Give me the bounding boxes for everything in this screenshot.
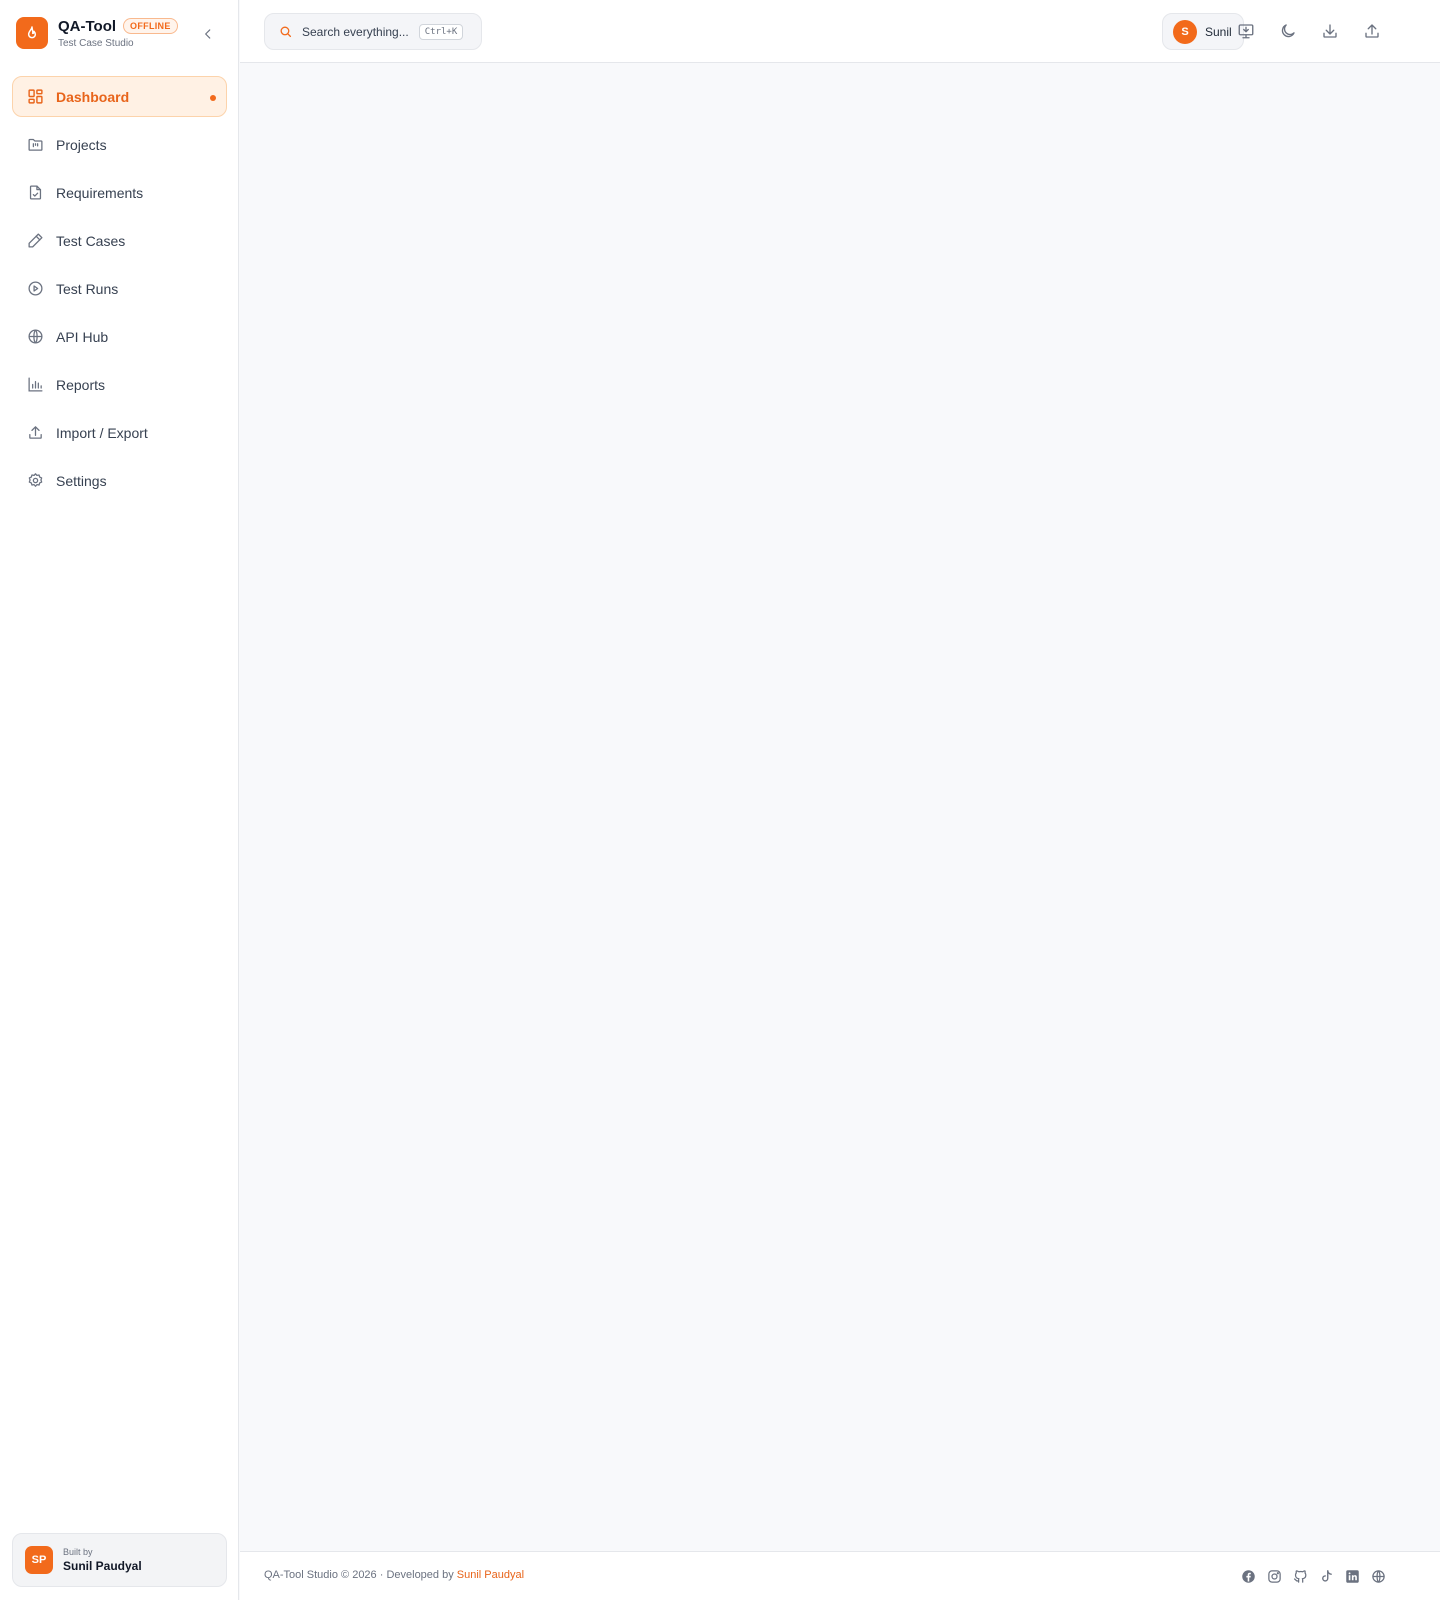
sidebar-item-test-runs[interactable]: Test Runs	[12, 268, 227, 309]
sidebar-item-dashboard[interactable]: Dashboard	[12, 76, 227, 117]
moon-icon	[1281, 24, 1295, 38]
main-content	[240, 64, 1440, 1551]
sidebar-item-settings[interactable]: Settings	[12, 460, 227, 501]
upload-icon	[1365, 24, 1379, 38]
sidebar-item-label: Requirements	[56, 184, 144, 201]
github-icon	[1293, 1569, 1306, 1583]
sidebar-item-label: Test Runs	[56, 280, 119, 297]
brand[interactable]: QA-Tool OFFLINE Test Case Studio	[16, 16, 216, 50]
sidebar-nav: Dashboard Projects Requirements Test Cas…	[12, 76, 227, 508]
footer-copyright-text: QA-Tool Studio © 2026 · Developed by	[264, 1569, 457, 1581]
instagram-link[interactable]	[1266, 1568, 1282, 1584]
user-menu-button[interactable]: S Sunil	[1162, 13, 1244, 50]
facebook-link[interactable]	[1240, 1568, 1256, 1584]
folder-kanban-icon	[26, 136, 44, 154]
footer-author-link[interactable]: Sunil Paudyal	[457, 1569, 524, 1581]
chevron-left-icon	[205, 29, 211, 39]
search-placeholder: Search everything...	[302, 24, 409, 39]
flame-logo-icon	[16, 17, 48, 49]
user-name: Sunil	[1205, 24, 1232, 39]
play-circle-icon	[26, 280, 44, 298]
layout-grid-icon	[26, 88, 44, 106]
gear-icon	[26, 472, 44, 490]
sidebar-item-label: Settings	[56, 472, 107, 489]
file-check-icon	[26, 184, 44, 202]
install-app-icon	[1238, 24, 1254, 39]
top-bar: Search everything... Ctrl+K S Sunil	[240, 0, 1440, 63]
linkedin-icon	[1345, 1569, 1359, 1583]
built-by-caption: Built by	[63, 1547, 93, 1557]
tiktok-icon	[1321, 1569, 1332, 1582]
theme-toggle-button[interactable]	[1277, 20, 1299, 42]
tiktok-link[interactable]	[1318, 1568, 1334, 1584]
offline-status-badge: OFFLINE	[123, 18, 178, 34]
sidebar: QA-Tool OFFLINE Test Case Studio Dashboa…	[0, 0, 239, 1600]
app-subtitle: Test Case Studio	[58, 37, 134, 49]
instagram-icon	[1267, 1569, 1281, 1583]
built-by-card[interactable]: SP Built by Sunil Paudyal	[12, 1533, 227, 1587]
sidebar-item-projects[interactable]: Projects	[12, 124, 227, 165]
download-icon	[1323, 24, 1337, 38]
github-link[interactable]	[1292, 1568, 1308, 1584]
sidebar-item-label: Projects	[56, 136, 107, 153]
website-link[interactable]	[1370, 1568, 1386, 1584]
facebook-icon	[1241, 1569, 1255, 1583]
linkedin-link[interactable]	[1344, 1568, 1360, 1584]
app-name: QA-Tool	[58, 17, 117, 35]
sidebar-item-label: Test Cases	[56, 232, 126, 249]
footer: QA-Tool Studio © 2026 · Developed by Sun…	[240, 1551, 1440, 1600]
user-avatar: S	[1173, 19, 1197, 44]
sidebar-item-api-hub[interactable]: API Hub	[12, 316, 227, 357]
bar-chart-icon	[26, 376, 44, 394]
author-name: Sunil Paudyal	[63, 1559, 142, 1573]
active-indicator-dot	[210, 95, 216, 101]
search-input[interactable]: Search everything... Ctrl+K	[264, 13, 482, 50]
install-app-button[interactable]	[1235, 20, 1257, 42]
sidebar-item-label: Import / Export	[56, 424, 148, 441]
sidebar-item-label: Dashboard	[56, 88, 130, 105]
author-avatar: SP	[25, 1546, 53, 1574]
sidebar-item-requirements[interactable]: Requirements	[12, 172, 227, 213]
sidebar-item-label: Reports	[56, 376, 106, 393]
sidebar-item-test-cases[interactable]: Test Cases	[12, 220, 227, 261]
upload-icon	[26, 424, 44, 442]
pencil-icon	[26, 232, 44, 250]
sidebar-item-reports[interactable]: Reports	[12, 364, 227, 405]
website-globe-icon	[1371, 1569, 1385, 1583]
footer-copyright: QA-Tool Studio © 2026 · Developed by Sun…	[264, 1569, 524, 1581]
sidebar-item-label: API Hub	[56, 328, 109, 345]
search-shortcut-hint: Ctrl+K	[418, 23, 464, 40]
search-icon	[280, 26, 292, 38]
globe-icon	[26, 328, 44, 346]
upload-button[interactable]	[1361, 20, 1383, 42]
sidebar-item-import-export[interactable]: Import / Export	[12, 412, 227, 453]
collapse-sidebar-button[interactable]	[196, 22, 220, 46]
download-button[interactable]	[1319, 20, 1341, 42]
